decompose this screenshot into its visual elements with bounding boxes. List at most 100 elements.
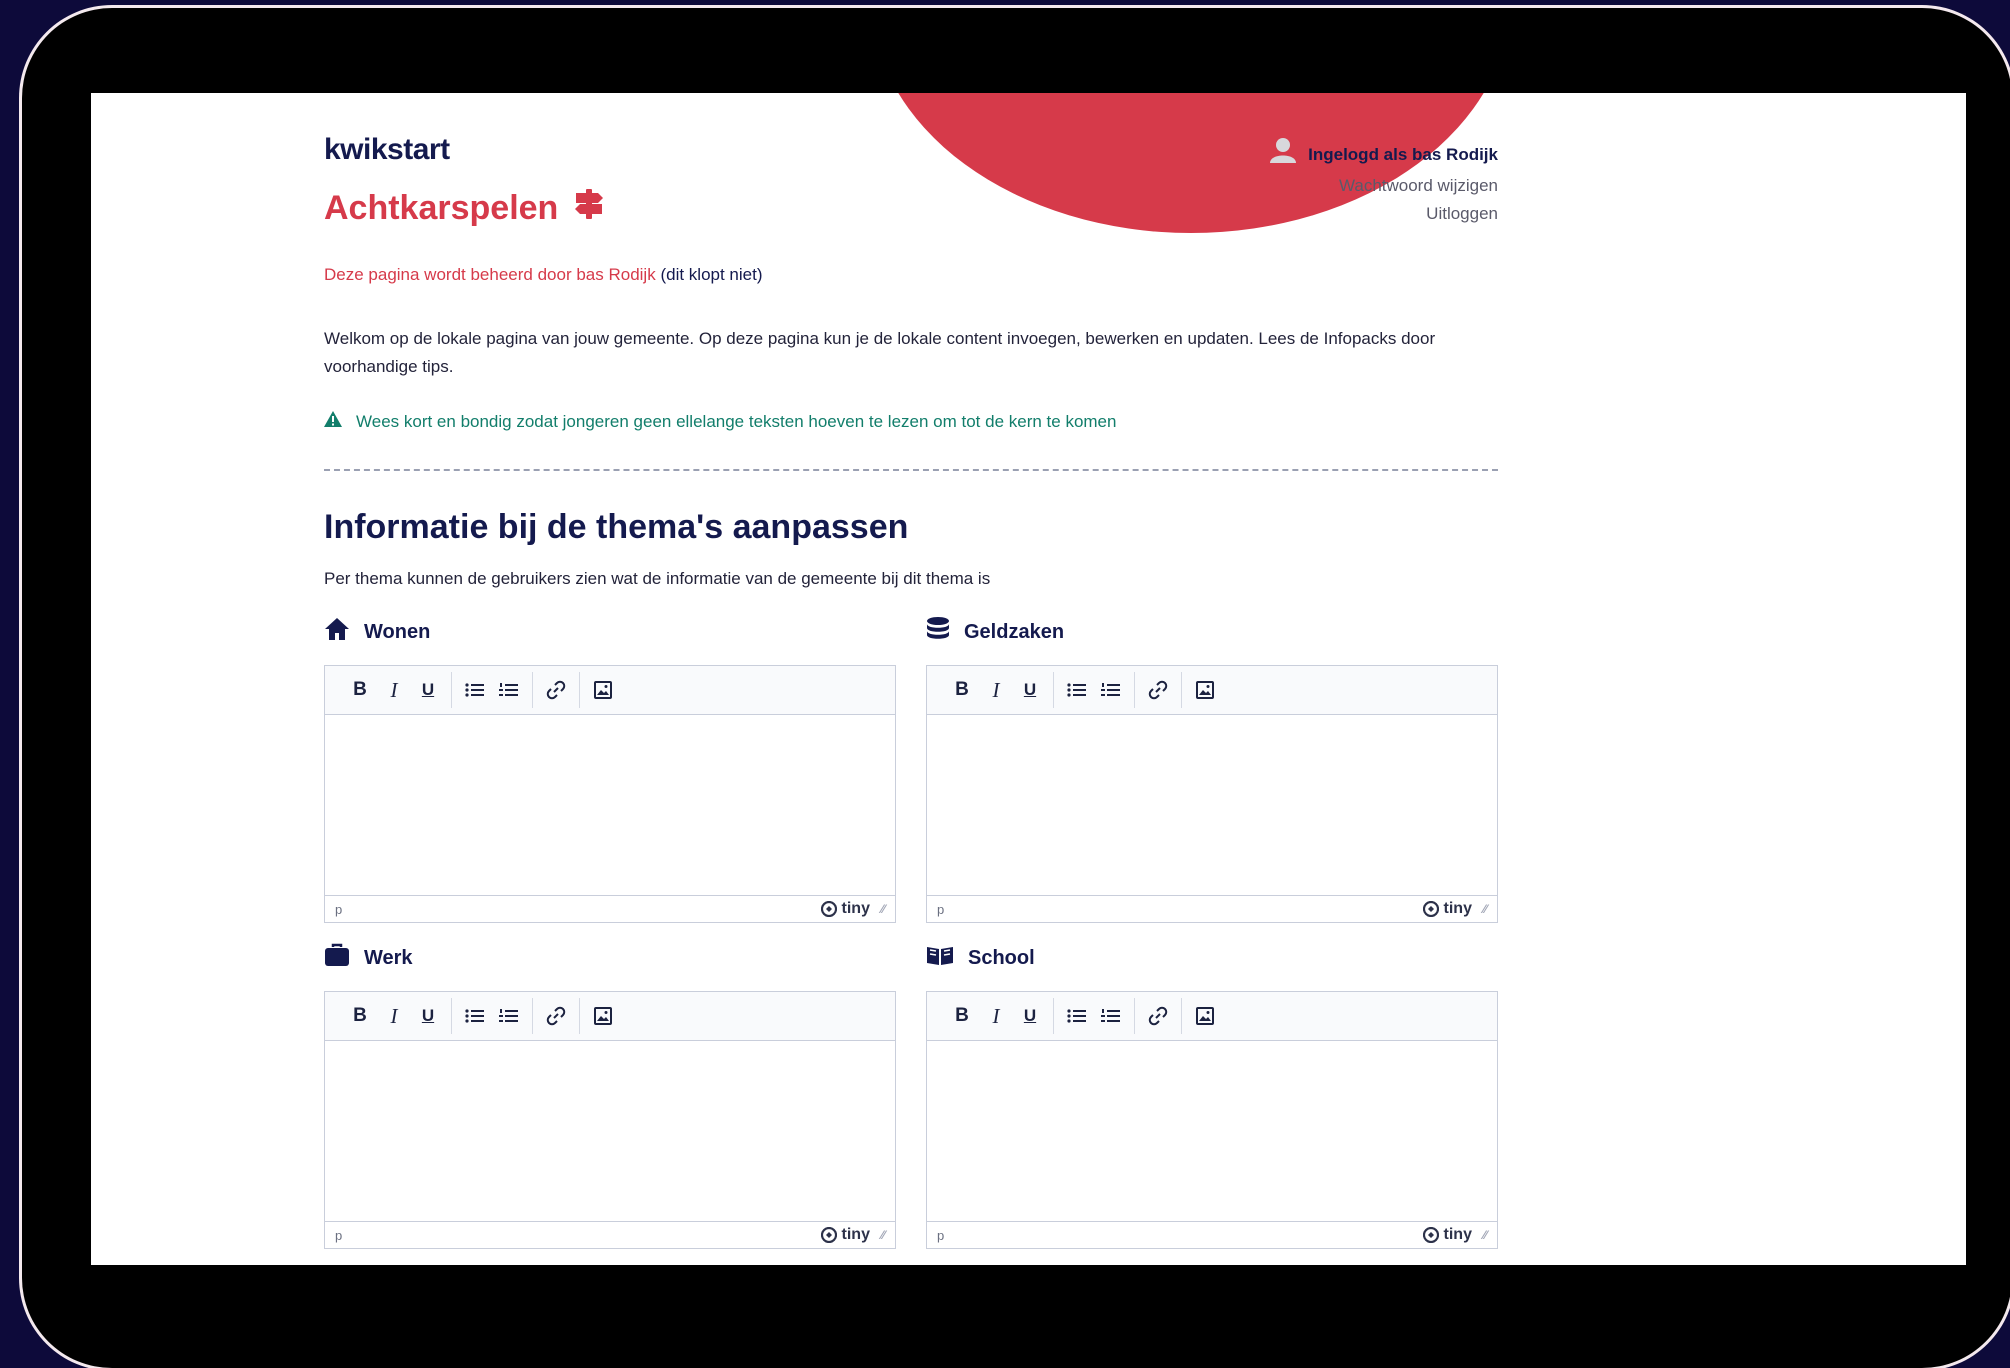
rich-text-editor-werk: B I U p tiny ⁄⁄ [324, 991, 896, 1249]
image-icon [1196, 1007, 1214, 1025]
editor-content-area[interactable] [927, 1041, 1497, 1221]
account-menu: Ingelogd als bas Rodijk Wachtwoord wijzi… [1270, 137, 1498, 228]
editor-content-area[interactable] [325, 1041, 895, 1221]
numbered-list-button[interactable] [492, 999, 526, 1033]
insert-image-button[interactable] [586, 673, 620, 707]
numbered-list-icon [1101, 683, 1120, 696]
format-group: B I U [337, 998, 452, 1034]
link-group [533, 672, 580, 708]
tiny-logo-icon [1422, 1227, 1439, 1243]
insert-image-button[interactable] [1188, 999, 1222, 1033]
list-group [452, 998, 533, 1034]
warning-icon [324, 411, 342, 432]
theme-geldzaken: Geldzaken B I U p tiny ⁄⁄ [926, 617, 1498, 923]
bullet-list-button[interactable] [1060, 673, 1094, 707]
insert-image-button[interactable] [586, 999, 620, 1033]
page-manager-notice: Deze pagina wordt beheerd door bas Rodij… [324, 265, 763, 285]
link-button[interactable] [539, 673, 573, 707]
bullet-list-icon [1067, 683, 1086, 697]
editor-statusbar: p tiny ⁄⁄ [325, 1221, 895, 1248]
format-group: B I U [337, 672, 452, 708]
insert-image-button[interactable] [1188, 673, 1222, 707]
coins-icon [926, 616, 950, 648]
underline-button[interactable]: U [411, 999, 445, 1033]
underline-button[interactable]: U [1013, 999, 1047, 1033]
editor-content-area[interactable] [325, 715, 895, 895]
bold-button[interactable]: B [945, 673, 979, 707]
tiny-brand[interactable]: tiny ⁄⁄ [1422, 900, 1487, 918]
bold-button[interactable]: B [343, 673, 377, 707]
numbered-list-icon [1101, 1009, 1120, 1022]
tiny-brand-label: tiny [1443, 900, 1472, 917]
link-icon [1148, 680, 1168, 700]
section-subtitle: Per thema kunnen de gebruikers zien wat … [324, 569, 991, 588]
tiny-logo-icon [820, 1227, 837, 1243]
link-button[interactable] [539, 999, 573, 1033]
section-divider [324, 469, 1498, 471]
format-group: B I U [939, 672, 1054, 708]
bold-button[interactable]: B [945, 999, 979, 1033]
underline-button[interactable]: U [411, 673, 445, 707]
editor-statusbar: p tiny ⁄⁄ [927, 1221, 1497, 1248]
theme-name: Geldzaken [964, 620, 1065, 643]
link-button[interactable] [1141, 673, 1175, 707]
change-password-link[interactable]: Wachtwoord wijzigen [1270, 172, 1498, 200]
book-icon [926, 943, 954, 973]
image-icon [1196, 681, 1214, 699]
numbered-list-button[interactable] [1094, 673, 1128, 707]
italic-button[interactable]: I [377, 673, 411, 707]
theme-wonen: Wonen B I U p tiny ⁄⁄ [324, 617, 896, 923]
bullet-list-icon [465, 1009, 484, 1023]
link-icon [546, 1006, 566, 1026]
tiny-brand[interactable]: tiny ⁄⁄ [1422, 1226, 1487, 1244]
user-avatar-icon [1270, 137, 1297, 172]
editor-statusbar: p tiny ⁄⁄ [325, 895, 895, 922]
element-path: p [335, 1227, 343, 1243]
rich-text-editor-geldzaken: B I U p tiny ⁄⁄ [926, 665, 1498, 923]
italic-button[interactable]: I [979, 673, 1013, 707]
welcome-text: Welkom op de lokale pagina van jouw geme… [324, 329, 1436, 376]
logged-in-label: Ingelogd als bas Rodijk [1308, 144, 1498, 164]
numbered-list-button[interactable] [1094, 999, 1128, 1033]
bullet-list-button[interactable] [458, 673, 492, 707]
app-logo[interactable]: kwikstart [324, 133, 450, 167]
dispute-manager-link[interactable]: (dit klopt niet) [660, 265, 762, 284]
italic-button[interactable]: I [377, 999, 411, 1033]
element-path: p [937, 901, 945, 917]
link-icon [546, 680, 566, 700]
media-group [1182, 998, 1228, 1034]
link-group [1135, 998, 1182, 1034]
managed-by-text: Deze pagina wordt beheerd door bas Rodij… [324, 265, 656, 284]
rich-text-editor-school: B I U p tiny ⁄⁄ [926, 991, 1498, 1249]
element-path: p [937, 1227, 945, 1243]
logout-link[interactable]: Uitloggen [1270, 200, 1498, 228]
page-title-text: Achtkarspelen [324, 189, 559, 227]
browser-screen: kwikstart Achtkarspelen Ingelogd als bas… [91, 93, 1966, 1265]
link-button[interactable] [1141, 999, 1175, 1033]
image-icon [594, 1007, 612, 1025]
bullet-list-icon [465, 683, 484, 697]
tiny-brand-label: tiny [1443, 1226, 1472, 1243]
resize-handle-icon[interactable]: ⁄⁄ [1483, 1228, 1487, 1242]
resize-handle-icon[interactable]: ⁄⁄ [881, 1228, 885, 1242]
italic-button[interactable]: I [979, 999, 1013, 1033]
tip-text: Wees kort en bondig zodat jongeren geen … [356, 411, 1117, 431]
theme-school: School B I U p tiny ⁄⁄ [926, 943, 1498, 1249]
editor-statusbar: p tiny ⁄⁄ [927, 895, 1497, 922]
numbered-list-button[interactable] [492, 673, 526, 707]
theme-werk: Werk B I U p tiny ⁄⁄ [324, 943, 896, 1249]
resize-handle-icon[interactable]: ⁄⁄ [1483, 902, 1487, 916]
editor-toolbar: B I U [927, 666, 1497, 715]
theme-header: Wonen [324, 617, 896, 647]
tiny-brand[interactable]: tiny ⁄⁄ [820, 900, 885, 918]
bullet-list-button[interactable] [458, 999, 492, 1033]
tip-notice: Wees kort en bondig zodat jongeren geen … [324, 411, 1116, 432]
house-icon [324, 617, 350, 647]
bold-button[interactable]: B [343, 999, 377, 1033]
tiny-brand[interactable]: tiny ⁄⁄ [820, 1226, 885, 1244]
underline-button[interactable]: U [1013, 673, 1047, 707]
editor-content-area[interactable] [927, 715, 1497, 895]
theme-name: School [968, 946, 1035, 969]
bullet-list-button[interactable] [1060, 999, 1094, 1033]
resize-handle-icon[interactable]: ⁄⁄ [881, 902, 885, 916]
